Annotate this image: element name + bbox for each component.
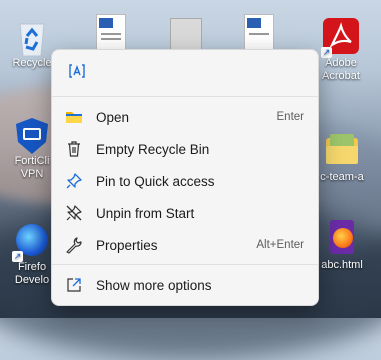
shortcut-arrow-icon: ↗: [12, 251, 23, 262]
menu-item-label: Unpin from Start: [96, 205, 195, 221]
menu-item-label: Show more options: [96, 277, 212, 293]
menu-item-shortcut: Enter: [276, 111, 305, 123]
firefox-html-icon: [324, 220, 360, 256]
doc-icon[interactable]: [244, 14, 274, 52]
ai-rename-icon: [68, 62, 86, 85]
shortcut-arrow-icon: ↗: [321, 47, 332, 58]
desktop-icon-adobe-acrobat[interactable]: ↗ Adobe Acrobat: [313, 18, 369, 83]
trash-icon: [64, 139, 84, 159]
menu-item-properties[interactable]: Properties Alt+Enter: [56, 230, 314, 260]
menu-item-pin-to-quick-access[interactable]: Pin to Quick access: [56, 166, 314, 196]
share-icon: [64, 275, 84, 295]
adobe-acrobat-icon: ↗: [321, 18, 359, 58]
desktop-icon-label: c-team-a: [320, 171, 364, 183]
menu-item-unpin-from-start[interactable]: Unpin from Start: [56, 198, 314, 228]
desktop-icon-abc-html[interactable]: abc.html: [314, 220, 370, 272]
menu-item-open[interactable]: Open Enter: [56, 102, 314, 132]
folder-open-icon: [64, 107, 84, 127]
recycle-bin-icon: [14, 18, 50, 57]
desktop-icon-label: Adobe Acrobat: [322, 57, 360, 82]
ai-rename-button[interactable]: [64, 60, 90, 86]
menu-item-label: Empty Recycle Bin: [96, 141, 210, 157]
menu-item-label: Open: [96, 109, 130, 125]
folder-icon: [324, 132, 360, 168]
pin-icon: [64, 171, 84, 191]
context-menu-top-actions: [52, 50, 318, 97]
menu-item-label: Pin to Quick access: [96, 173, 215, 189]
wrench-icon: [64, 235, 84, 255]
menu-item-shortcut: Alt+Enter: [256, 239, 304, 251]
forticlient-icon: [14, 116, 50, 154]
unpin-icon: [64, 203, 84, 223]
context-menu: Open Enter Empty Recycle Bin Pin to Quic…: [51, 49, 319, 306]
menu-item-empty-recycle-bin[interactable]: Empty Recycle Bin: [56, 134, 314, 164]
firefox-developer-icon: ↗: [12, 222, 50, 262]
menu-item-label: Properties: [96, 237, 158, 253]
menu-divider: [52, 264, 318, 265]
doc-icon[interactable]: [96, 14, 126, 52]
menu-item-show-more-options[interactable]: Show more options: [56, 270, 314, 300]
desktop-icon-c-team-a[interactable]: c-team-a: [314, 132, 370, 184]
desktop-icon-label: abc.html: [321, 259, 363, 271]
